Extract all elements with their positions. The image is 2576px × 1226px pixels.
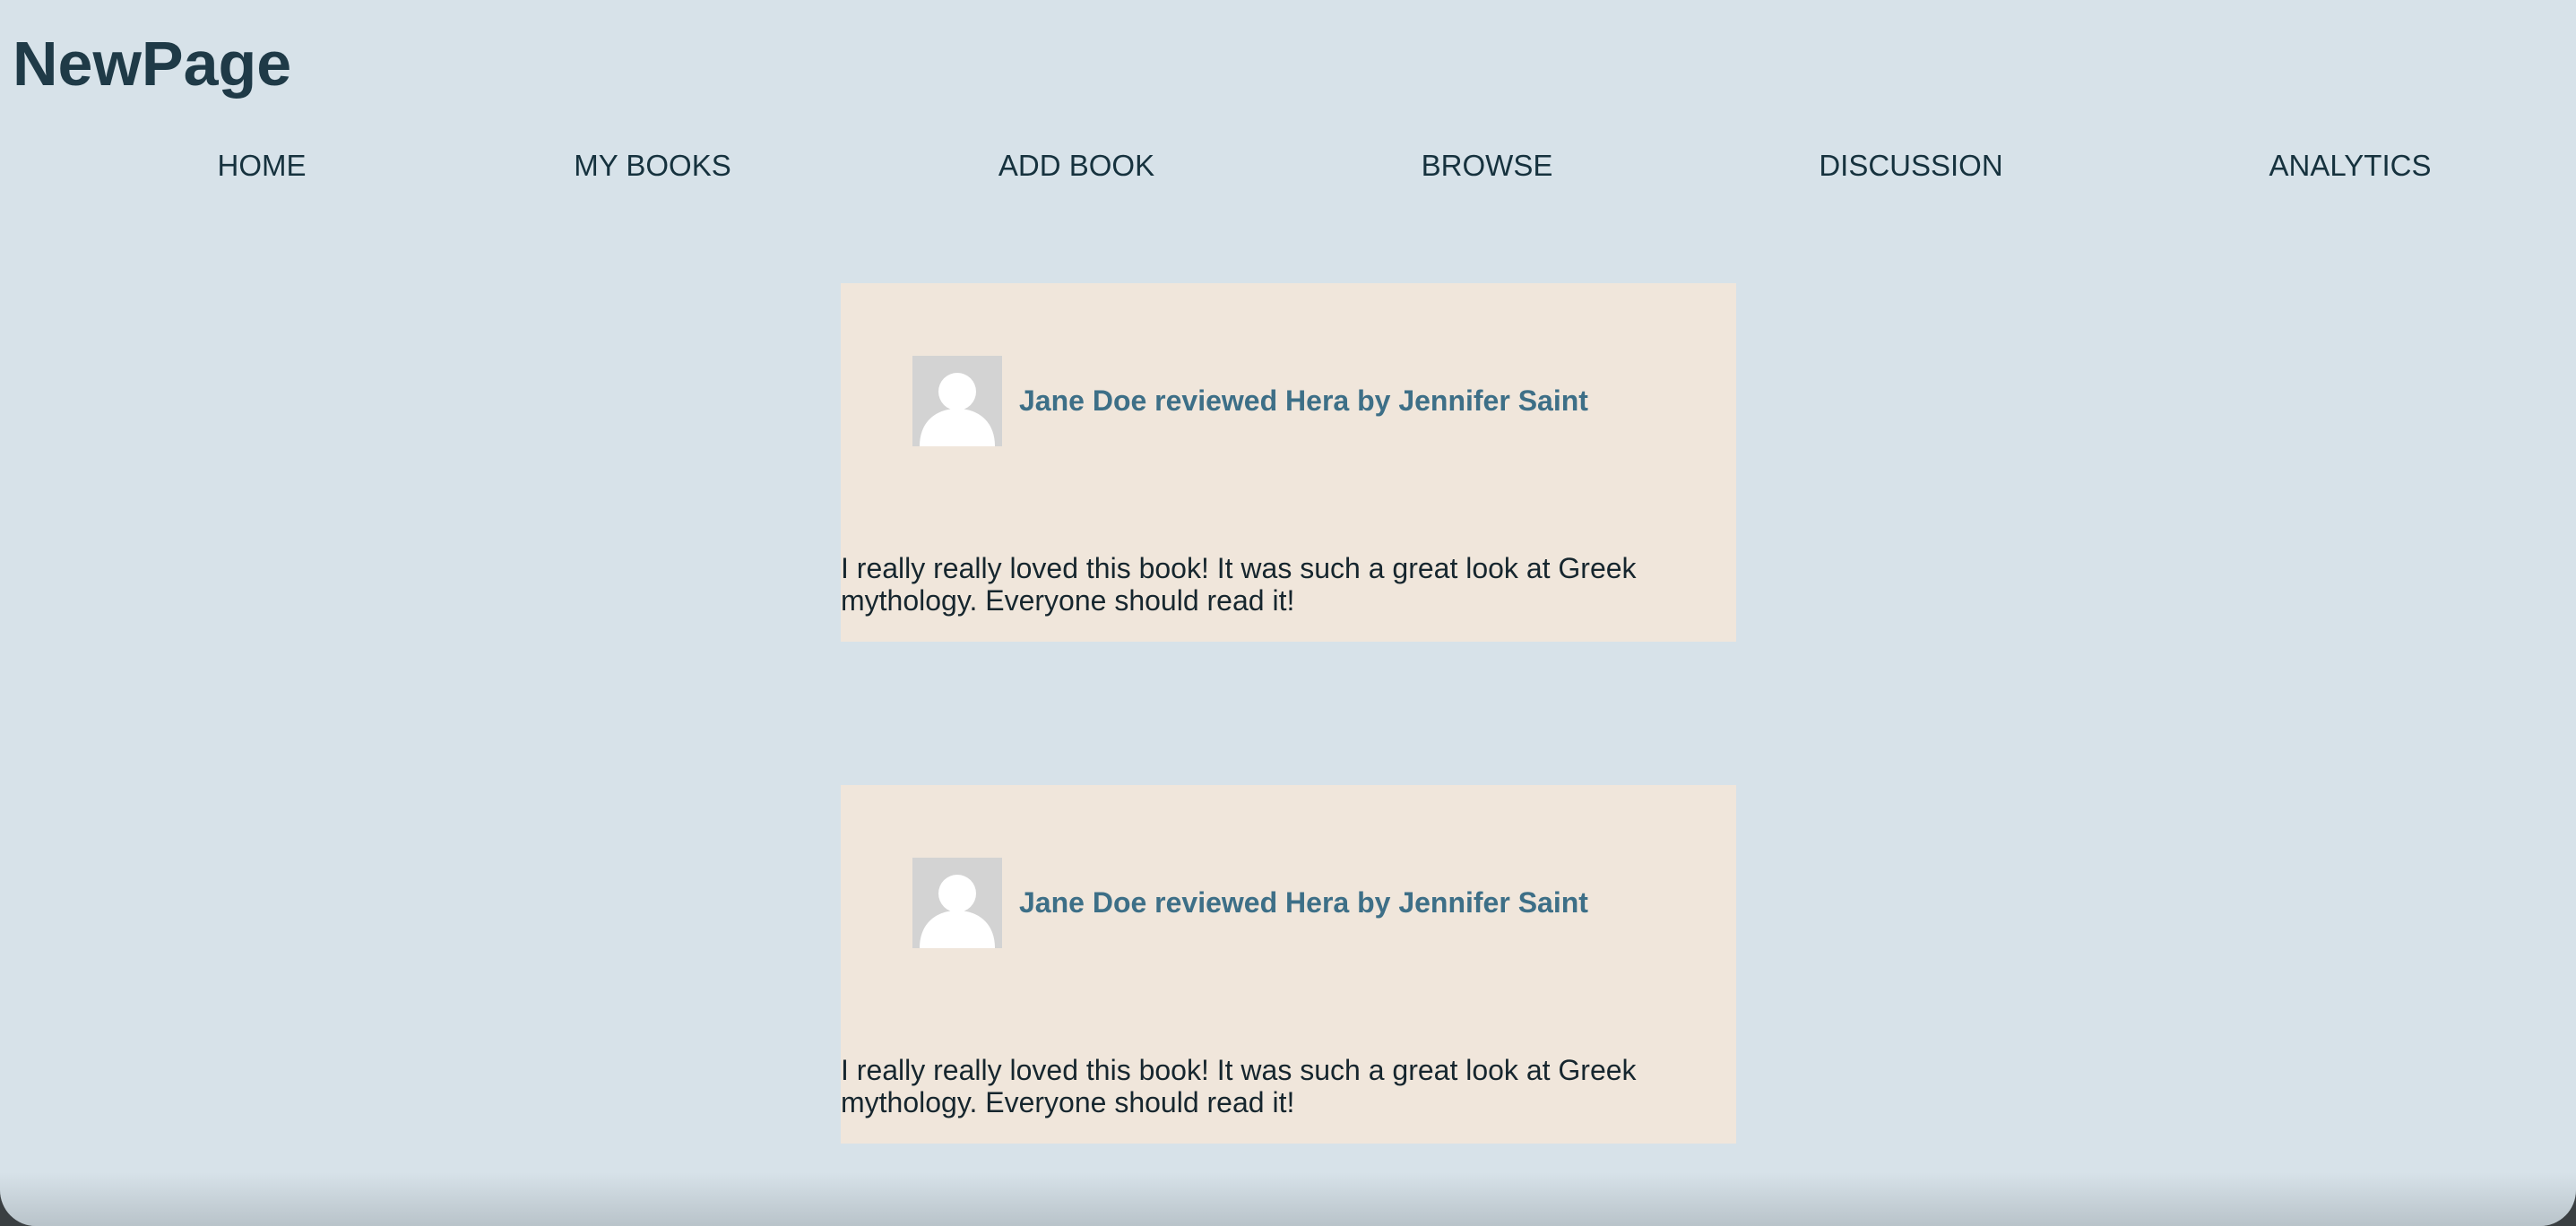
- review-heading[interactable]: Jane Doe reviewed Hera by Jennifer Saint: [1019, 884, 1588, 921]
- browser-page: NewPage HOME MY BOOKS ADD BOOK BROWSE DI…: [0, 0, 2576, 1226]
- nav-item-my-books[interactable]: MY BOOKS: [574, 143, 730, 188]
- default-user-avatar-icon[interactable]: [912, 356, 1002, 446]
- main-nav: HOME MY BOOKS ADD BOOK BROWSE DISCUSSION…: [0, 143, 2576, 188]
- nav-item-browse[interactable]: BROWSE: [1422, 143, 1553, 188]
- window-bottom-shadow: [0, 1172, 2576, 1226]
- review-card: Jane Doe reviewed Hera by Jennifer Saint…: [841, 785, 1736, 1144]
- review-heading[interactable]: Jane Doe reviewed Hera by Jennifer Saint: [1019, 382, 1588, 419]
- default-user-avatar-icon[interactable]: [912, 858, 1002, 948]
- nav-item-add-book[interactable]: ADD BOOK: [998, 143, 1154, 188]
- nav-item-discussion[interactable]: DISCUSSION: [1819, 143, 2002, 188]
- nav-item-analytics[interactable]: ANALYTICS: [2269, 143, 2432, 188]
- nav-item-home[interactable]: HOME: [218, 143, 307, 188]
- review-body: I really really loved this book! It was …: [841, 1054, 1637, 1118]
- review-body: I really really loved this book! It was …: [841, 552, 1637, 617]
- site-title: NewPage: [13, 29, 292, 99]
- review-card: Jane Doe reviewed Hera by Jennifer Saint…: [841, 283, 1736, 642]
